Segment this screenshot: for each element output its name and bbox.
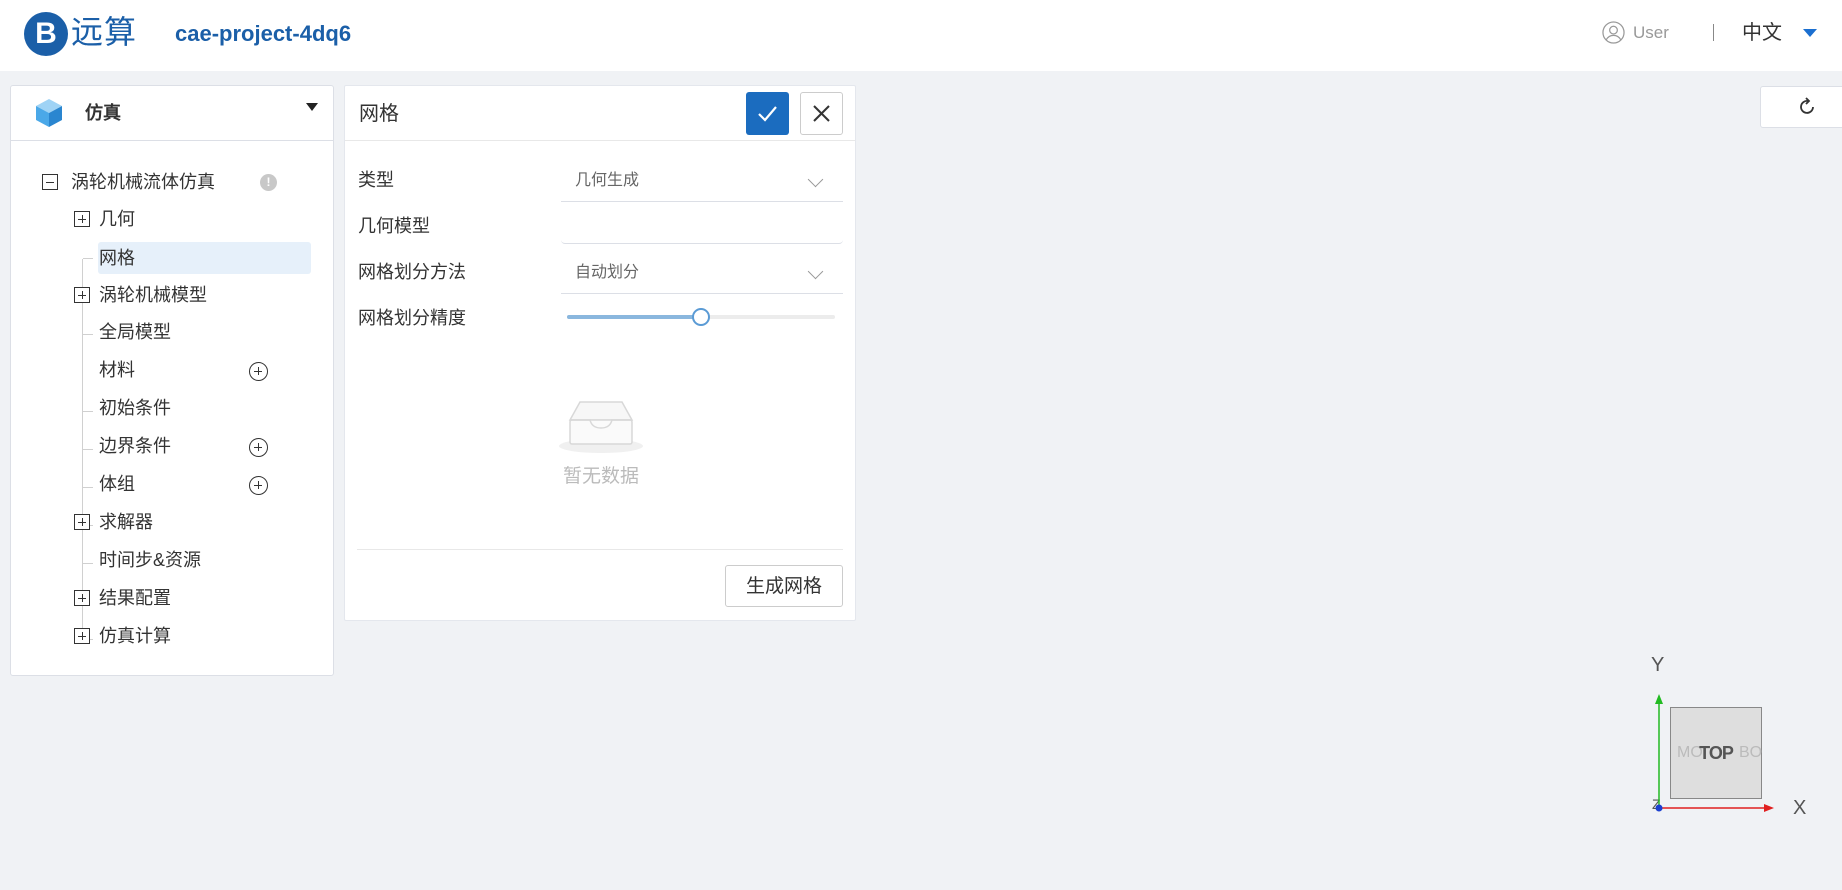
panel-header: 网格 xyxy=(345,86,855,141)
expand-icon[interactable] xyxy=(74,514,90,530)
tree-item-initial-conditions[interactable]: 初始条件 xyxy=(99,393,171,423)
tree-item-timestep-resources[interactable]: 时间步&资源 xyxy=(99,545,201,575)
logo-icon[interactable]: B xyxy=(24,12,68,56)
y-axis-arrow xyxy=(1655,694,1663,704)
close-icon xyxy=(813,105,830,122)
slider-fill xyxy=(567,315,701,319)
mesh-panel: 网格 类型 几何生成 几何模型 网格划分方法 自动划分 网格划分精度 暂无数据 … xyxy=(344,85,856,621)
user-name[interactable]: User xyxy=(1633,22,1669,44)
expand-icon[interactable] xyxy=(74,628,90,644)
tree-item-body-group[interactable]: 体组 xyxy=(99,469,135,499)
chevron-down-icon xyxy=(807,171,824,188)
add-boundary-icon[interactable] xyxy=(249,438,268,457)
brand-name[interactable]: 远算 xyxy=(71,12,137,52)
type-select[interactable]: 几何生成 xyxy=(561,160,843,202)
z-axis-dot xyxy=(1655,804,1663,812)
mesh-method-select[interactable]: 自动划分 xyxy=(561,252,843,294)
tree-connector xyxy=(82,259,83,637)
tree-item-turbomachinery[interactable]: 涡轮机械流体仿真 xyxy=(71,167,215,197)
type-value: 几何生成 xyxy=(575,172,640,189)
mesh-method-label: 网格划分方法 xyxy=(358,262,466,282)
info-icon[interactable]: ! xyxy=(260,174,277,191)
axis-y-label: Y xyxy=(1651,654,1665,676)
tree-connector xyxy=(83,487,93,488)
panel-divider xyxy=(357,549,843,550)
close-button[interactable] xyxy=(800,92,843,135)
collapse-icon[interactable] xyxy=(42,174,58,190)
mesh-method-value: 自动划分 xyxy=(575,264,640,281)
generate-mesh-button[interactable]: 生成网格 xyxy=(725,565,843,607)
simulation-selector[interactable]: 仿真 xyxy=(11,86,333,141)
geometry-model-label: 几何模型 xyxy=(358,216,430,236)
type-label: 类型 xyxy=(358,170,394,190)
user-icon[interactable] xyxy=(1602,21,1625,44)
refresh-icon xyxy=(1800,97,1814,114)
caret-down-icon[interactable] xyxy=(306,103,318,111)
tree-connector xyxy=(83,563,93,564)
axis-x-label: X xyxy=(1793,797,1807,819)
simulation-title: 仿真 xyxy=(85,103,121,123)
tree-connector xyxy=(83,334,93,335)
tree-item-geometry[interactable]: 几何 xyxy=(99,204,135,234)
tree-connector xyxy=(83,411,93,412)
geometry-model-input[interactable] xyxy=(561,202,843,244)
caret-down-icon[interactable] xyxy=(1803,29,1817,37)
tree-item-global-model[interactable]: 全局模型 xyxy=(99,317,171,347)
panel-title: 网格 xyxy=(359,103,399,125)
tree-item-result-config[interactable]: 结果配置 xyxy=(99,583,171,613)
mesh-precision-slider[interactable] xyxy=(567,308,835,326)
tree-connector xyxy=(83,258,93,259)
chevron-down-icon xyxy=(807,263,824,280)
top-bar: B 远算 cae-project-4dq6 User 中文 xyxy=(0,0,1842,71)
add-material-icon[interactable] xyxy=(249,362,268,381)
axis-triad xyxy=(1655,694,1774,812)
empty-state-text: 暂无数据 xyxy=(563,466,640,487)
simulation-tree-panel: 仿真 涡轮机械流体仿真 ! 几何 网格 涡轮机械模型 全局模型 材料 初始条件 … xyxy=(10,85,334,676)
tree-item-simulation-run[interactable]: 仿真计算 xyxy=(99,621,171,651)
tree-item-material[interactable]: 材料 xyxy=(99,355,135,385)
add-body-group-icon[interactable] xyxy=(249,476,268,495)
project-name[interactable]: cae-project-4dq6 xyxy=(175,20,351,48)
confirm-button[interactable] xyxy=(746,92,789,135)
expand-icon[interactable] xyxy=(74,590,90,606)
empty-inbox-icon xyxy=(559,401,643,453)
language-select[interactable]: 中文 xyxy=(1742,20,1782,46)
mesh-precision-label: 网格划分精度 xyxy=(358,308,466,328)
tree-item-boundary-conditions[interactable]: 边界条件 xyxy=(99,431,171,461)
cube-icon xyxy=(36,99,62,127)
slider-handle[interactable] xyxy=(692,308,710,326)
tree-item-solver[interactable]: 求解器 xyxy=(99,507,153,537)
reset-view-button[interactable] xyxy=(1760,86,1842,128)
expand-icon[interactable] xyxy=(74,287,90,303)
tree-item-turbo-model[interactable]: 涡轮机械模型 xyxy=(99,280,207,310)
header-divider xyxy=(1713,24,1714,41)
expand-icon[interactable] xyxy=(74,211,90,227)
tree-connector xyxy=(83,449,93,450)
tree-item-mesh[interactable]: 网格 xyxy=(99,243,135,273)
check-icon xyxy=(758,106,777,122)
x-axis-arrow xyxy=(1764,804,1774,812)
